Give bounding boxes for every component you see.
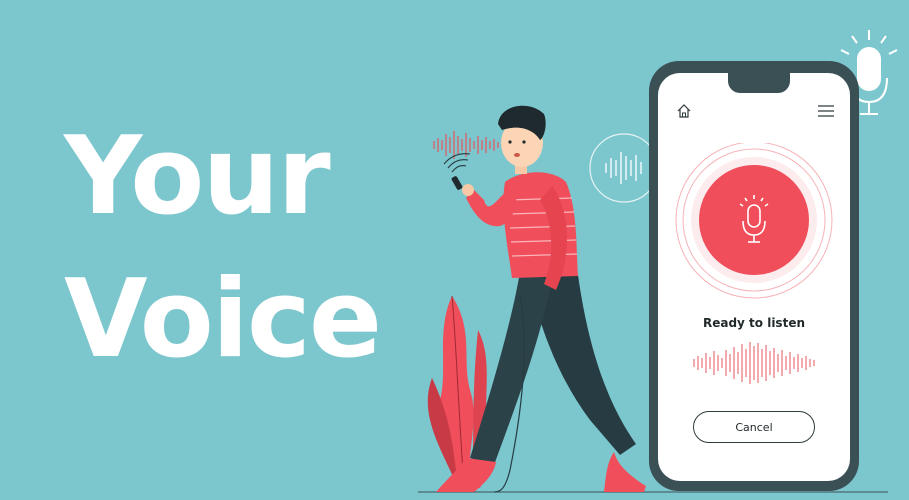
- phone-screen: Ready to listen Cancel: [658, 73, 850, 481]
- phone-device: Ready to listen Cancel: [649, 61, 859, 491]
- microphone-button[interactable]: [658, 143, 850, 313]
- sound-wave-icon: [693, 342, 815, 384]
- menu-icon[interactable]: [818, 105, 834, 117]
- sound-wave-icon: [433, 131, 499, 159]
- sound-wave-circle-icon: [589, 133, 659, 203]
- cancel-button[interactable]: Cancel: [693, 411, 815, 443]
- home-icon[interactable]: [676, 103, 692, 119]
- phone-notch: [728, 73, 790, 93]
- status-text: Ready to listen: [702, 316, 805, 330]
